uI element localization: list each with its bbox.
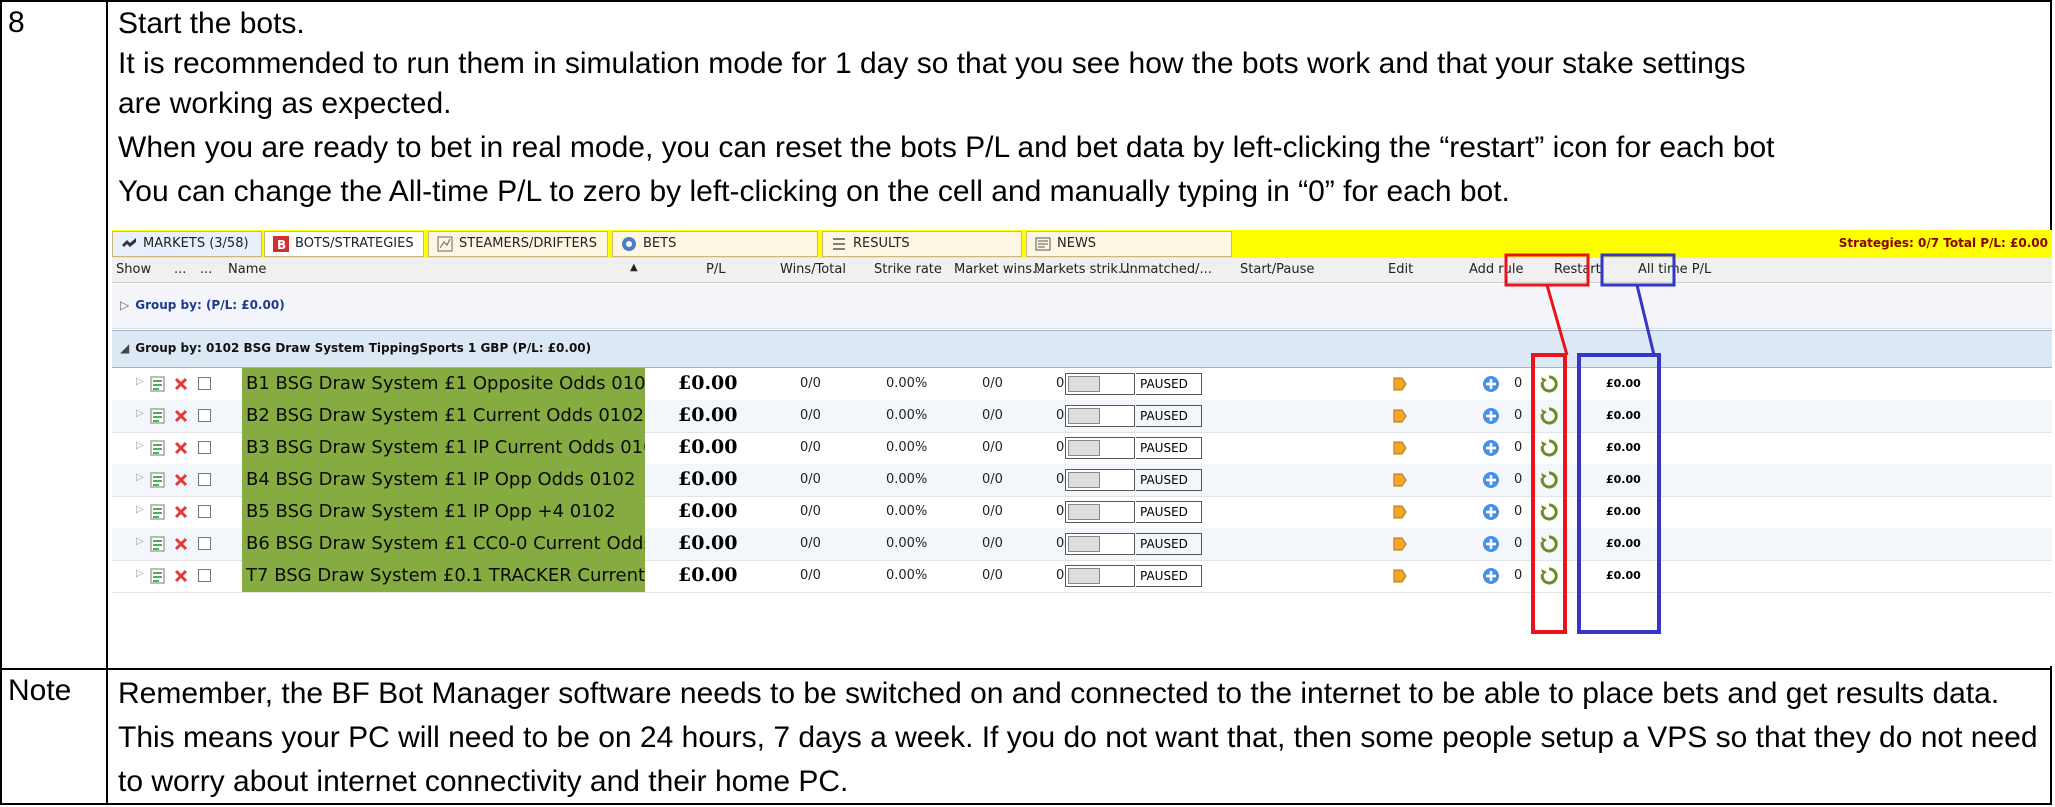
- alltime-header-highlight: [1600, 253, 1676, 287]
- note-label: Note: [8, 674, 72, 707]
- bot-manager-screenshot: MARKETS (3/58) B BOTS/STRATEGIES STEAMER…: [112, 230, 2052, 666]
- step-line-5: You can change the All-time P/L to zero …: [118, 175, 1510, 208]
- step-line-1: Start the bots.: [118, 7, 305, 40]
- note-text: Remember, the BF Bot Manager software ne…: [118, 677, 2038, 798]
- restart-pointer-line: [1545, 284, 1569, 356]
- column-divider: [106, 0, 108, 805]
- annotation-overlay: [1504, 253, 1676, 634]
- alltime-column-highlight: [1577, 353, 1661, 634]
- step-line-2: It is recommended to run them in simulat…: [118, 47, 1746, 80]
- row-divider: [0, 668, 2052, 670]
- restart-column-highlight: [1531, 353, 1567, 634]
- alltime-pointer-line: [1635, 284, 1656, 356]
- step-line-3: are working as expected.: [118, 87, 452, 120]
- step-line-4: When you are ready to bet in real mode, …: [118, 131, 1775, 164]
- step-number: 8: [8, 6, 25, 39]
- restart-header-highlight: [1504, 253, 1590, 287]
